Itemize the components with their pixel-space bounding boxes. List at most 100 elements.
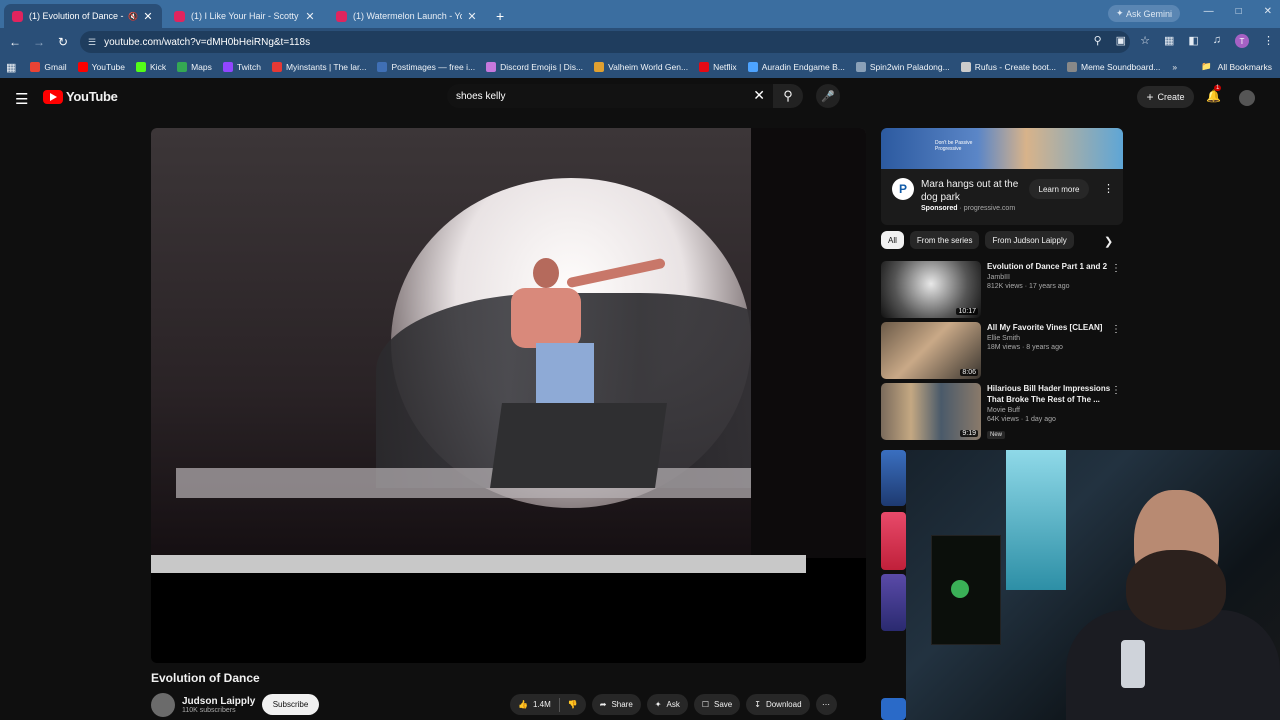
reload-icon[interactable]: ↻	[51, 35, 75, 49]
bookmark-item[interactable]: Kick	[136, 62, 166, 72]
back-icon[interactable]: ←	[3, 35, 27, 49]
channel-name[interactable]: Judson Laipply	[182, 696, 255, 707]
youtube-favicon-icon	[174, 10, 185, 22]
new-badge: New	[987, 431, 1006, 439]
ad-banner-image[interactable]	[881, 128, 1123, 169]
video-thumbnail[interactable]: 8:06	[881, 322, 981, 379]
bookmark-label: YouTube	[91, 62, 126, 72]
video-title[interactable]: All My Favorite Vines [CLEAN]	[987, 322, 1111, 333]
bookmark-item[interactable]: Spin2win Paladong...	[855, 62, 950, 72]
save-button[interactable]: ☐ Save	[693, 694, 741, 715]
speaker-muted-icon[interactable]: 🔇	[128, 12, 138, 21]
site-info-icon[interactable]: ☰	[88, 37, 96, 48]
profile-avatar[interactable]: T	[1235, 34, 1249, 48]
clear-search-icon[interactable]: ✕	[753, 87, 765, 104]
forward-icon[interactable]: →	[27, 35, 51, 49]
all-bookmarks-button[interactable]: » 📁 All Bookmarks	[1172, 61, 1272, 72]
search-button[interactable]: ⚲	[773, 84, 803, 108]
hamburger-menu-icon[interactable]: ☰	[15, 90, 28, 108]
video-thumbnail[interactable]	[881, 698, 906, 720]
video-thumbnail[interactable]	[881, 574, 906, 631]
video-title[interactable]: Evolution of Dance Part 1 and 2	[987, 261, 1111, 272]
address-toolbar: ← → ↻ ☰ youtube.com/watch?v=dMH0bHeiRNg&…	[0, 28, 1280, 56]
channel-name[interactable]: Movie Buff	[987, 407, 1111, 414]
ad-more-icon[interactable]: ⋮	[1103, 182, 1114, 195]
more-vertical-icon[interactable]: ⋮	[1111, 263, 1121, 274]
url-bar[interactable]: ☰ youtube.com/watch?v=dMH0bHeiRNg&t=118s	[80, 31, 1130, 53]
channel-name[interactable]: Ellie Smith	[987, 335, 1111, 342]
new-tab-button[interactable]: +	[496, 8, 504, 24]
subscribe-button[interactable]: Subscribe	[262, 694, 319, 715]
youtube-logo[interactable]: YouTube	[43, 89, 118, 104]
sidebar-icon[interactable]: ◧	[1188, 34, 1198, 48]
stage-floor	[176, 468, 796, 498]
user-avatar[interactable]	[1239, 90, 1255, 106]
chip-from-the-series[interactable]: From the series	[909, 231, 980, 249]
bookmark-item[interactable]: YouTube	[77, 62, 126, 72]
video-thumbnail[interactable]: 9:19	[881, 383, 981, 440]
share-button[interactable]: ➦ Share	[591, 694, 641, 715]
webcam-overlay	[906, 450, 1280, 720]
learn-more-button[interactable]: Learn more	[1029, 179, 1089, 199]
chip-from-channel[interactable]: From Judson Laipply	[985, 231, 1074, 249]
ask-gemini-button[interactable]: ✦ Ask Gemini	[1107, 5, 1180, 22]
maximize-icon[interactable]: □	[1236, 6, 1242, 17]
close-tab-icon[interactable]: ✕	[466, 10, 478, 23]
channel-name[interactable]: JambIII	[987, 274, 1111, 281]
close-tab-icon[interactable]: ✕	[304, 10, 316, 23]
close-window-icon[interactable]: ✕	[1264, 6, 1272, 17]
media-controls-icon[interactable]: ♫	[1213, 34, 1221, 48]
like-dislike-button[interactable]: 👍 1.4M 👎	[510, 694, 586, 715]
notifications-button[interactable]: 🔔 1	[1206, 85, 1222, 103]
more-vertical-icon[interactable]: ⋮	[1111, 385, 1121, 396]
bookmark-label: Postimages — free i...	[391, 62, 476, 72]
video-player[interactable]	[151, 128, 866, 663]
bookmark-item[interactable]: Meme Soundboard...	[1067, 62, 1160, 72]
bookmark-item[interactable]: Twitch	[222, 62, 261, 72]
create-button[interactable]: + Create	[1137, 86, 1194, 108]
ask-button[interactable]: ✦ Ask	[646, 694, 688, 715]
bookmark-item[interactable]: Auradin Endgame B...	[747, 62, 845, 72]
recommended-video[interactable]: 9:19 Hilarious Bill Hader Impressions Th…	[881, 383, 1123, 440]
browser-tab-3[interactable]: (1) Watermelon Launch - YouTu ✕	[328, 4, 486, 28]
bookmark-item[interactable]: Netflix	[699, 62, 737, 72]
bookmark-item[interactable]: Gmail	[30, 62, 67, 72]
bookmark-favicon-icon	[177, 62, 188, 72]
video-thumbnail[interactable]: 10:17	[881, 261, 981, 318]
recommended-video[interactable]: 8:06 All My Favorite Vines [CLEAN] Ellie…	[881, 322, 1123, 379]
search-input[interactable]: shoes kelly ✕	[447, 84, 773, 108]
bookmark-star-icon[interactable]: ☆	[1140, 34, 1150, 48]
bookmark-item[interactable]: Postimages — free i...	[377, 62, 475, 72]
bookmark-item[interactable]: Myinstants | The lar...	[271, 62, 366, 72]
share-icon: ➦	[599, 700, 607, 709]
zoom-icon[interactable]: ⚲	[1094, 34, 1102, 48]
voice-search-button[interactable]: 🎤	[816, 84, 840, 108]
webcam-pc-glow	[951, 580, 969, 598]
browser-tab-2[interactable]: (1) I Like Your Hair - Scotty Van ✕	[166, 4, 324, 28]
more-vertical-icon[interactable]: ⋮	[1111, 324, 1121, 335]
download-button[interactable]: ↧ Download	[746, 694, 810, 715]
video-thumbnail[interactable]	[881, 512, 906, 570]
browser-menu-icon[interactable]: ⋮	[1263, 34, 1274, 48]
bookmark-item[interactable]: Valheim World Gen...	[594, 62, 688, 72]
recommended-video[interactable]: 10:17 Evolution of Dance Part 1 and 2 Ja…	[881, 261, 1123, 318]
ad-title[interactable]: Mara hangs out at the dog park	[921, 178, 1031, 204]
bookmark-item[interactable]: Discord Emojis | Dis...	[486, 62, 583, 72]
cast-icon[interactable]: ▣	[1116, 34, 1126, 48]
apps-grid-icon[interactable]: ▦	[6, 61, 16, 74]
bookmark-item[interactable]: Maps	[177, 62, 212, 72]
close-tab-icon[interactable]: ✕	[142, 10, 154, 23]
chip-all[interactable]: All	[881, 231, 904, 249]
video-thumbnail[interactable]	[881, 450, 906, 506]
more-actions-button[interactable]: ⋯	[815, 694, 837, 715]
minimize-icon[interactable]: —	[1204, 6, 1214, 17]
video-title[interactable]: Hilarious Bill Hader Impressions That Br…	[987, 383, 1111, 405]
extensions-icon[interactable]: ▦	[1164, 34, 1174, 48]
sponsored-ad[interactable]: Don't be Passive Progressive P Mara hang…	[881, 128, 1123, 225]
thumbs-down-icon[interactable]: 👎	[568, 700, 578, 709]
chevron-right-icon[interactable]: ❯	[1104, 235, 1113, 248]
channel-avatar[interactable]	[151, 693, 175, 717]
thumbs-up-icon[interactable]: 👍	[518, 700, 528, 709]
browser-tab-1[interactable]: (1) Evolution of Dance - You 🔇 ✕	[4, 4, 162, 28]
bookmark-item[interactable]: Rufus - Create boot...	[960, 62, 1056, 72]
